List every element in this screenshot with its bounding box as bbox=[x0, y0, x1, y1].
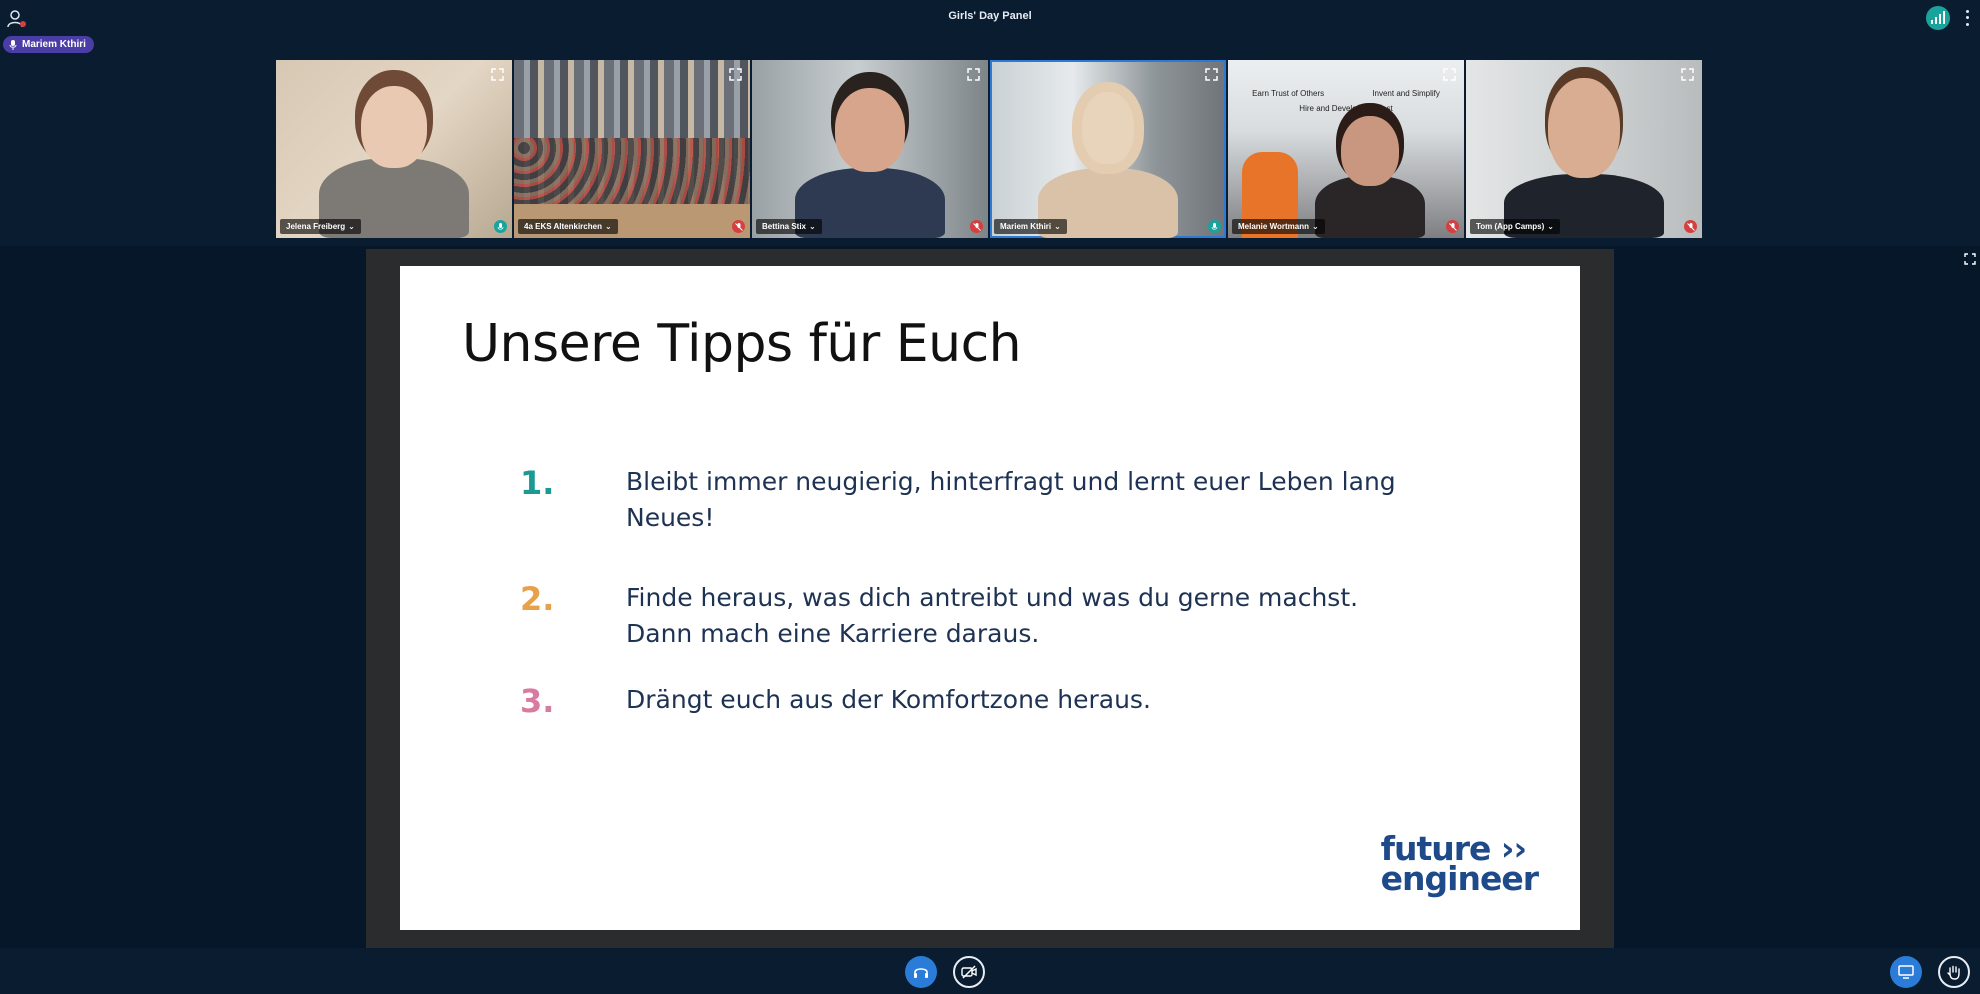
top-bar: Girls' Day Panel Mariem Kthiri Jelena Fr… bbox=[0, 0, 1980, 246]
presentation-slide: Unsere Tipps für Euch 1. Bleibt immer ne… bbox=[400, 266, 1580, 930]
fullscreen-icon[interactable] bbox=[967, 68, 980, 81]
chevron-down-icon: ⌄ bbox=[1547, 222, 1554, 231]
participant-face bbox=[835, 88, 905, 172]
future-engineer-logo: future ›› engineer bbox=[1380, 829, 1539, 898]
mic-on-icon bbox=[494, 220, 507, 233]
fullscreen-icon[interactable] bbox=[491, 68, 504, 81]
hand-icon bbox=[1947, 965, 1960, 980]
camera-button[interactable] bbox=[953, 956, 985, 988]
participant-name[interactable]: Jelena Freiberg ⌄ bbox=[280, 219, 361, 234]
fullscreen-icon[interactable] bbox=[729, 68, 742, 81]
participant-name[interactable]: 4a EKS Altenkirchen ⌄ bbox=[518, 219, 618, 234]
slide-title: Unsere Tipps für Euch bbox=[462, 314, 1022, 374]
video-tile-active[interactable]: Mariem Kthiri ⌄ bbox=[990, 60, 1226, 238]
audio-button[interactable] bbox=[905, 956, 937, 988]
tip-number: 2. bbox=[520, 580, 555, 618]
headset-icon bbox=[914, 968, 928, 978]
chevron-down-icon: ⌄ bbox=[809, 222, 816, 231]
screen-icon bbox=[1898, 965, 1914, 979]
tip-number: 1. bbox=[520, 464, 555, 502]
tip-text: Drängt euch aus der Komfortzone heraus. bbox=[626, 685, 1151, 714]
chevron-down-icon: ⌄ bbox=[348, 222, 355, 231]
classroom-scene bbox=[514, 138, 750, 208]
presentation-button[interactable] bbox=[1890, 956, 1922, 988]
video-tile[interactable]: Earn Trust of Others Invent and Simplify … bbox=[1228, 60, 1464, 238]
participant-name[interactable]: Tom (App Camps) ⌄ bbox=[1470, 219, 1560, 234]
mic-off-icon bbox=[1446, 220, 1459, 233]
fullscreen-icon[interactable] bbox=[1443, 68, 1456, 81]
mic-off-icon bbox=[1684, 220, 1697, 233]
camera-off-icon bbox=[961, 965, 977, 979]
tip-number: 3. bbox=[520, 682, 555, 720]
current-talker-indicator: Mariem Kthiri bbox=[3, 36, 94, 53]
talker-name: Mariem Kthiri bbox=[22, 39, 86, 50]
raise-hand-button[interactable] bbox=[1938, 956, 1970, 988]
participant-name[interactable]: Bettina Stix ⌄ bbox=[756, 219, 822, 234]
video-tile[interactable]: Bettina Stix ⌄ bbox=[752, 60, 988, 238]
tip-text: Finde heraus, was dich antreibt und was … bbox=[626, 583, 1359, 648]
participant-face bbox=[1548, 78, 1620, 178]
connection-status-button[interactable] bbox=[1926, 6, 1950, 30]
options-menu-button[interactable] bbox=[1962, 8, 1972, 28]
microphone-icon bbox=[9, 39, 17, 50]
chevron-down-icon: ⌄ bbox=[1311, 222, 1319, 231]
participant-face bbox=[361, 86, 427, 168]
fullscreen-icon[interactable] bbox=[1205, 68, 1218, 81]
participant-face bbox=[1072, 82, 1144, 174]
video-tile[interactable]: 4a EKS Altenkirchen ⌄ bbox=[514, 60, 750, 238]
meeting-title: Girls' Day Panel bbox=[948, 10, 1032, 22]
mic-on-icon bbox=[1208, 220, 1221, 233]
more-vertical-icon bbox=[1965, 9, 1969, 13]
chevron-down-icon: ⌄ bbox=[1054, 222, 1061, 231]
participant-name[interactable]: Melanie Wortmann ⌄ bbox=[1232, 219, 1325, 234]
chevron-down-icon: ⌄ bbox=[604, 222, 612, 231]
participant-name[interactable]: Mariem Kthiri ⌄ bbox=[994, 219, 1067, 234]
participant-face bbox=[1340, 116, 1399, 186]
office-sign: Earn Trust of Others Invent and Simplify … bbox=[1252, 89, 1440, 113]
bottom-toolbar bbox=[0, 948, 1980, 994]
fullscreen-icon[interactable] bbox=[1681, 68, 1694, 81]
fullscreen-icon[interactable] bbox=[1964, 252, 1976, 265]
video-tile[interactable]: Jelena Freiberg ⌄ bbox=[276, 60, 512, 238]
mic-off-icon bbox=[970, 220, 983, 233]
video-tile[interactable]: Tom (App Camps) ⌄ bbox=[1466, 60, 1702, 238]
tip-text: Bleibt immer neugierig, hinterfragt und … bbox=[626, 467, 1396, 532]
mic-off-icon bbox=[732, 220, 745, 233]
video-strip: Jelena Freiberg ⌄ 4a EKS Altenkirchen ⌄ Be… bbox=[276, 60, 1704, 238]
